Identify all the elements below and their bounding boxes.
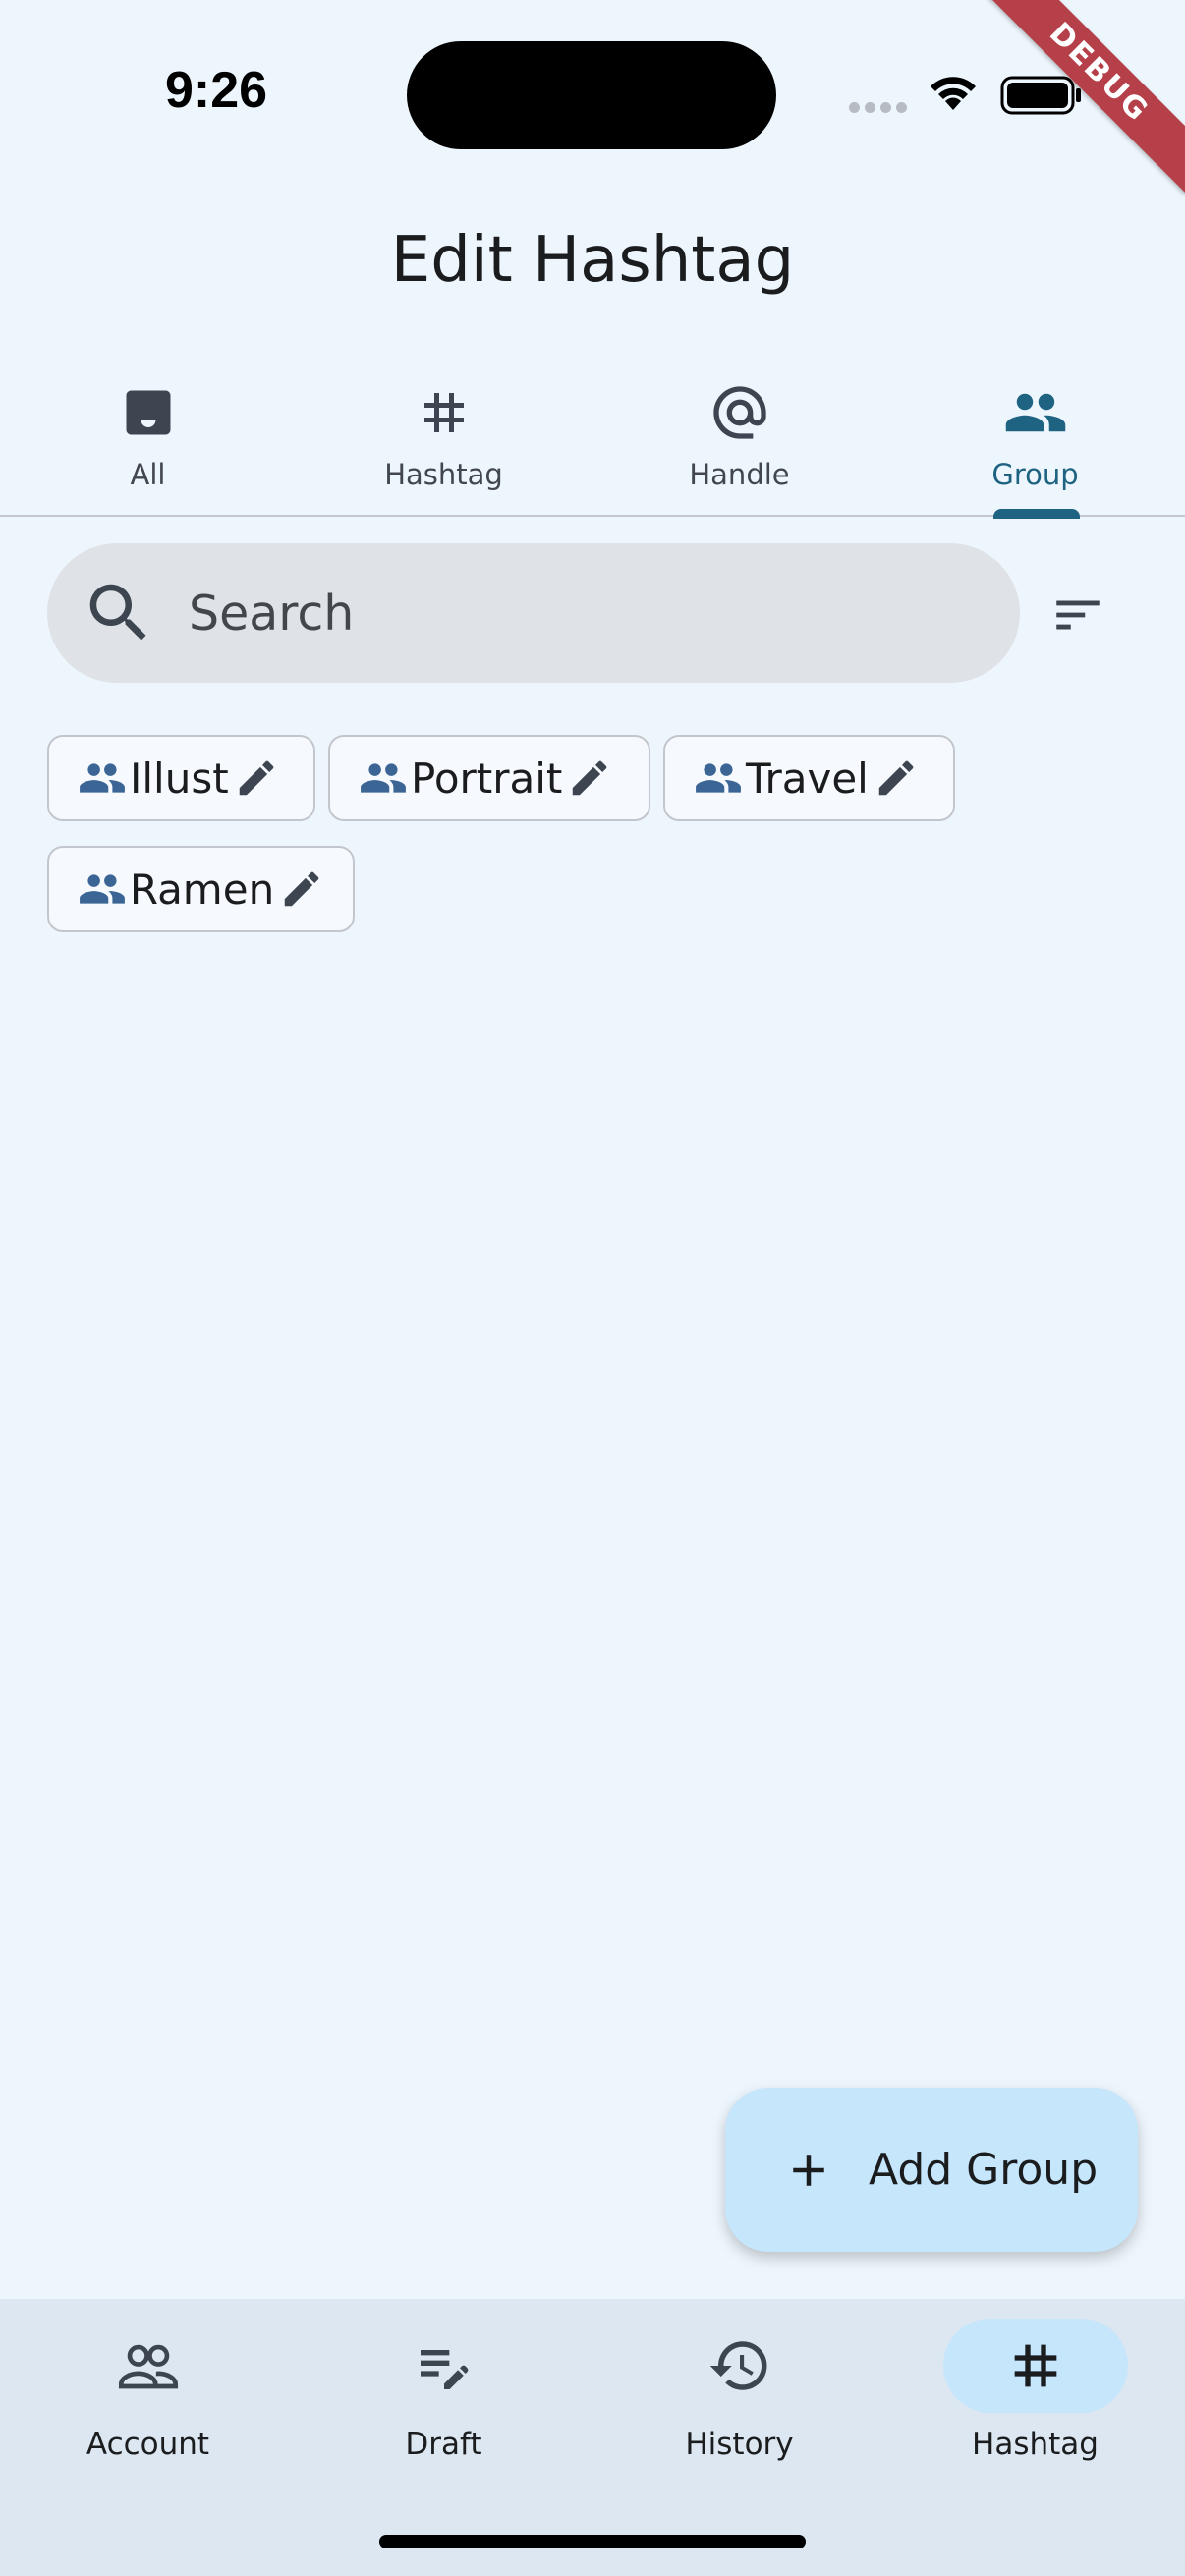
edit-note-icon (420, 2350, 468, 2389)
nav-label: History (685, 2427, 794, 2462)
group-icon (696, 763, 741, 793)
hashtag-icon (423, 393, 464, 432)
status-bar: 9:26 (0, 0, 1185, 196)
nav-label: Hashtag (972, 2427, 1099, 2462)
page-title: Edit Hashtag (390, 224, 795, 297)
tab-label: Hashtag (384, 458, 503, 491)
group-icon (361, 763, 406, 793)
search-icon (89, 584, 146, 641)
group-chip-travel[interactable]: Travel (663, 735, 955, 821)
chip-label: Portrait (411, 754, 563, 803)
group-chip-portrait[interactable]: Portrait (328, 735, 650, 821)
group-icon (1005, 393, 1065, 432)
tab-hashtag[interactable]: Hashtag (296, 364, 592, 515)
dynamic-island (407, 41, 776, 149)
nav-item-draft[interactable]: Draft (296, 2299, 592, 2495)
tab-bar: All Hashtag Handle Group (0, 364, 1185, 517)
nav-label: Draft (405, 2427, 482, 2462)
tab-label: Group (991, 458, 1079, 491)
pencil-icon[interactable] (279, 867, 324, 912)
people-outline-icon (118, 2344, 178, 2389)
at-sign-icon (712, 386, 766, 439)
nav-item-history[interactable]: History (592, 2299, 887, 2495)
nav-label: Account (85, 2427, 210, 2462)
history-icon (709, 2341, 766, 2390)
pencil-icon[interactable] (234, 756, 279, 801)
add-group-label: Add Group (869, 2145, 1099, 2195)
plus-icon (793, 2154, 824, 2186)
status-time: 9:26 (164, 62, 268, 119)
nav-item-account[interactable]: Account (0, 2299, 296, 2495)
pencil-icon[interactable] (874, 756, 919, 801)
search-input[interactable] (189, 543, 975, 683)
tab-handle[interactable]: Handle (592, 364, 887, 515)
chip-label: Ramen (129, 865, 275, 914)
wifi-icon (931, 77, 976, 110)
hashtag-icon (1014, 2344, 1056, 2387)
tab-group[interactable]: Group (887, 364, 1183, 515)
search-bar[interactable] (47, 543, 1020, 683)
tab-label: All (130, 458, 166, 491)
add-group-button[interactable]: Add Group (725, 2088, 1138, 2252)
group-icon (79, 874, 125, 904)
pencil-icon[interactable] (567, 756, 612, 801)
chip-label: Illust (130, 754, 229, 803)
battery-icon (1000, 76, 1081, 115)
group-icon (80, 763, 125, 793)
sort-icon[interactable] (1049, 587, 1106, 644)
tab-all[interactable]: All (0, 364, 296, 515)
tab-label: Handle (689, 458, 790, 491)
group-chip-ramen[interactable]: Ramen (47, 846, 355, 932)
group-chip-illust[interactable]: Illust (47, 735, 315, 821)
nav-item-hashtag[interactable]: Hashtag (887, 2299, 1183, 2495)
home-indicator[interactable] (379, 2535, 806, 2548)
tab-indicator (993, 509, 1080, 519)
inbox-icon (126, 390, 170, 435)
chip-label: Travel (746, 754, 869, 803)
cellular-signal-icon (849, 102, 907, 113)
